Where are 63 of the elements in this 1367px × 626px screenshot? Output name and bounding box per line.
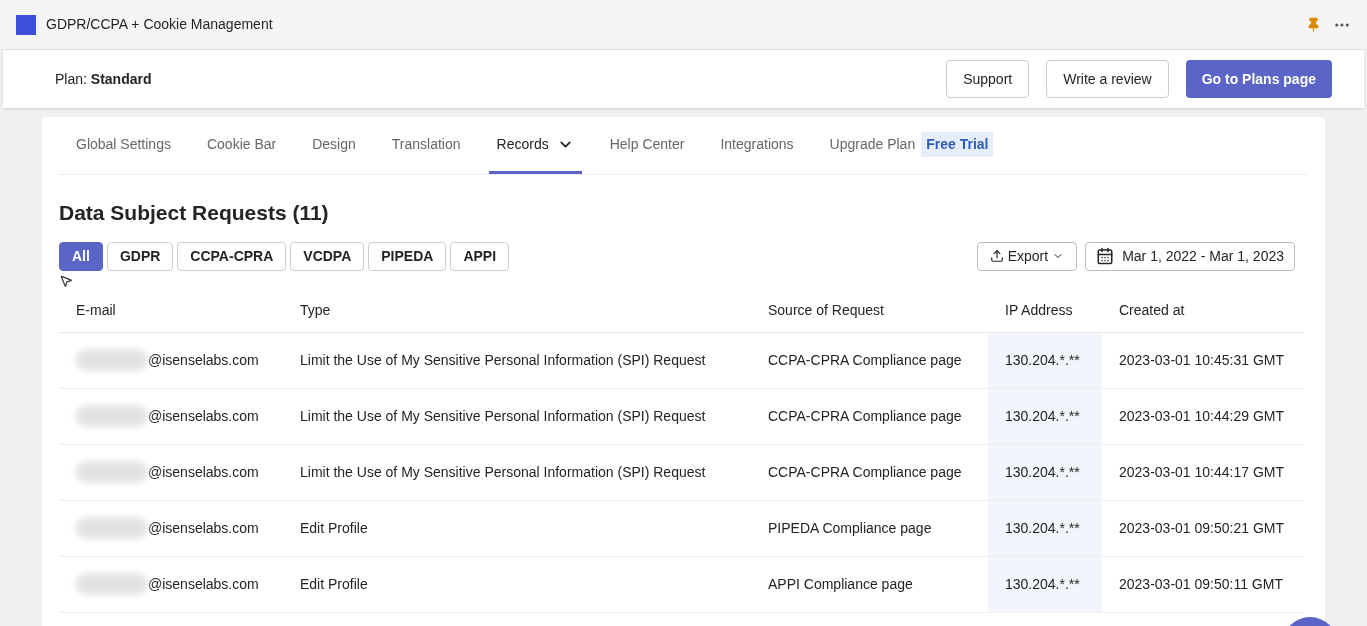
blurred-email-name	[76, 461, 148, 483]
app-title: GDPR/CCPA + Cookie Management	[46, 15, 273, 34]
table-cell-text: 2023-03-01 09:50:21 GMT	[1119, 518, 1284, 538]
filter-chip[interactable]: VCDPA	[290, 241, 365, 271]
table-cell-text: 130.204.*.**	[1005, 462, 1080, 482]
table-cell-text: @isenselabs.com	[148, 462, 259, 482]
trial-badge: Free Trial	[921, 131, 994, 157]
filter-chip[interactable]: APPI	[450, 241, 510, 271]
filter-chip[interactable]: All	[59, 241, 103, 271]
filter-chip[interactable]: CCPA-CPRA	[177, 241, 287, 271]
nav-tab[interactable]: Translation	[383, 117, 469, 174]
blurred-email-name	[76, 573, 148, 595]
filter-chip[interactable]: PIPEDA	[368, 241, 447, 271]
calendar-icon	[1096, 247, 1115, 265]
table-cell-text: Edit Profile	[300, 518, 368, 538]
table-cell-text: APPI Compliance page	[768, 574, 913, 594]
table-cell-text: 130.204.*.**	[1005, 350, 1080, 370]
column-header: Type	[300, 301, 331, 318]
app-logo-icon	[16, 14, 36, 35]
nav-tab[interactable]: Cookie Bar	[198, 117, 285, 174]
column-header: IP Address	[1005, 301, 1073, 318]
table-cell-text: @isenselabs.com	[148, 574, 259, 594]
upload-icon	[989, 249, 1004, 263]
header-button[interactable]: Support	[946, 60, 1030, 98]
mouse-cursor-icon	[59, 273, 73, 288]
table-cell-text: @isenselabs.com	[148, 406, 259, 426]
table-cell-text: @isenselabs.com	[148, 518, 259, 538]
nav-tab[interactable]: Upgrade Plan Free Trial	[821, 117, 1002, 174]
table-cell-text: 2023-03-01 10:44:29 GMT	[1119, 406, 1284, 426]
table-cell-text: 2023-03-01 10:44:17 GMT	[1119, 462, 1284, 482]
column-header: Source of Request	[768, 301, 884, 318]
column-header: E-mail	[76, 301, 116, 318]
blurred-email-name	[76, 405, 148, 427]
nav-tab[interactable]: Design	[304, 117, 364, 174]
pin-icon[interactable]	[1306, 17, 1321, 32]
blurred-email-name	[76, 349, 148, 371]
header-button[interactable]: Write a review	[1046, 60, 1169, 98]
table-cell-text: PIPEDA Compliance page	[768, 518, 932, 538]
section-title: Data Subject Requests (11)	[59, 200, 330, 226]
header-button[interactable]: Go to Plans page	[1185, 60, 1332, 98]
export-button[interactable]: Export	[976, 241, 1078, 271]
table-cell-text: 130.204.*.**	[1005, 518, 1080, 538]
nav-tab[interactable]: Integrations	[712, 117, 802, 174]
table-cell-text: Limit the Use of My Sensitive Personal Information (SPI) Request	[300, 406, 706, 426]
date-range-button[interactable]: Mar 1, 2022 - Mar 1, 2023	[1085, 241, 1295, 271]
table-cell-text: @isenselabs.com	[148, 350, 259, 370]
table-cell-text: CCPA-CPRA Compliance page	[768, 406, 962, 426]
nav-tab[interactable]: Records	[488, 117, 582, 174]
table-cell-text: CCPA-CPRA Compliance page	[768, 350, 962, 370]
table-cell-text: 130.204.*.**	[1005, 406, 1080, 426]
table-cell-text: Edit Profile	[300, 574, 368, 594]
table-cell-text: Limit the Use of My Sensitive Personal Information (SPI) Request	[300, 462, 706, 482]
table-cell-text: Limit the Use of My Sensitive Personal Information (SPI) Request	[300, 350, 706, 370]
column-header: Created at	[1119, 301, 1185, 318]
nav-tab[interactable]: Global Settings	[68, 117, 179, 174]
table-cell-text: 2023-03-01 09:50:11 GMT	[1119, 574, 1283, 594]
filter-chip[interactable]: GDPR	[106, 241, 174, 271]
blurred-email-name	[76, 517, 148, 539]
table-cell-text: 2023-03-01 10:45:31 GMT	[1119, 350, 1284, 370]
table-cell-text: CCPA-CPRA Compliance page	[768, 462, 962, 482]
table-cell-text: 130.204.*.**	[1005, 574, 1080, 594]
plan-label: Plan: Standard	[55, 69, 152, 89]
nav-tab[interactable]: Help Center	[601, 117, 693, 174]
